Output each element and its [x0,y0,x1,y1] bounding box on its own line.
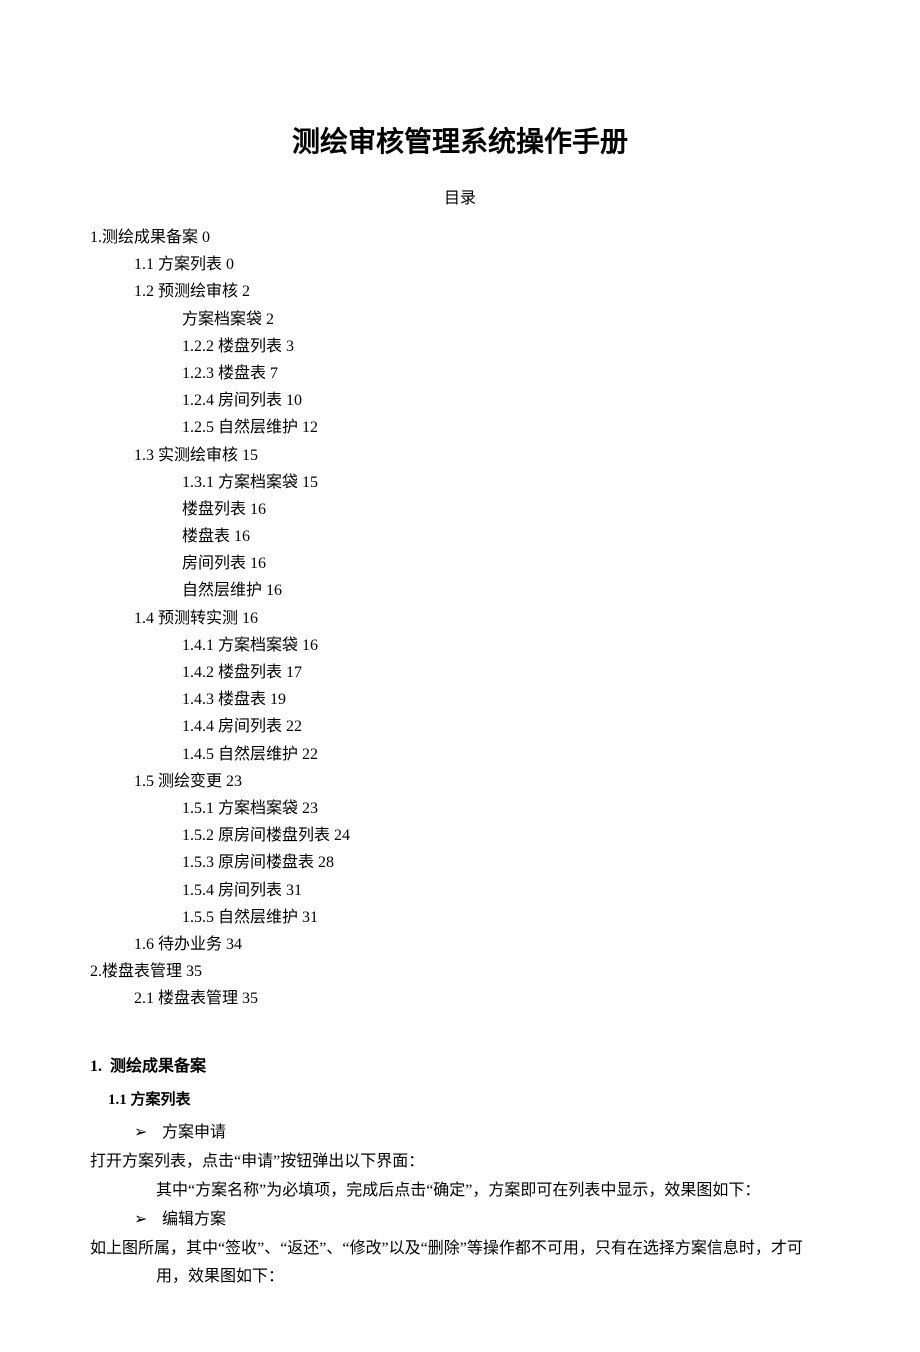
arrow-icon: ➢ [134,1206,162,1235]
toc-entry: 1.4.5 自然层维护 22 [182,746,318,763]
toc-entry: 1.5.4 房间列表 31 [182,882,302,899]
toc-entry: 楼盘列表 16 [182,501,266,518]
toc-entry: 2.楼盘表管理 35 [90,963,202,980]
toc-entry: 1.5.2 原房间楼盘列表 24 [182,827,350,844]
toc-entry: 方案档案袋 2 [182,311,274,328]
toc-entry: 1.4.4 房间列表 22 [182,718,302,735]
body-paragraph: 如上图所属，其中“签收”、“返还”、“修改”以及“删除”等操作都不可用，只有在选… [90,1235,830,1293]
section-1-1-heading: 1.1 方案列表 [108,1088,830,1109]
body-paragraph: 其中“方案名称”为必填项，完成后点击“确定”，方案即可在列表中显示，效果图如下： [156,1177,830,1206]
toc-entry: 2.1 楼盘表管理 35 [134,990,258,1007]
toc-entry: 1.测绘成果备案 0 [90,229,210,246]
toc-entry: 1.4 预测转实测 16 [134,610,258,627]
toc-entry: 1.3 实测绘审核 15 [134,447,258,464]
toc-entry: 1.2.5 自然层维护 12 [182,419,318,436]
toc-entry: 1.3.1 方案档案袋 15 [182,474,318,491]
toc-entry: 1.1 方案列表 0 [134,256,234,273]
toc-entry: 房间列表 16 [182,555,266,572]
toc-entry: 1.4.2 楼盘列表 17 [182,664,302,681]
toc-entry: 1.2.3 楼盘表 7 [182,365,278,382]
toc-entry: 1.2.2 楼盘列表 3 [182,338,294,355]
toc-entry: 1.5.1 方案档案袋 23 [182,800,318,817]
toc-entry: 1.4.1 方案档案袋 16 [182,637,318,654]
toc-entry: 1.2 预测绘审核 2 [134,283,250,300]
toc-entry: 1.5.5 自然层维护 31 [182,909,318,926]
bullet-item: ➢方案申请 [134,1119,830,1148]
toc-entry: 楼盘表 16 [182,528,250,545]
table-of-contents: 1.测绘成果备案 0 1.1 方案列表 0 1.2 预测绘审核 2 方案档案袋 … [90,224,830,1012]
toc-entry: 1.4.3 楼盘表 19 [182,691,286,708]
section-1-heading: 1. 测绘成果备案 [90,1052,830,1076]
toc-header: 目录 [90,184,830,208]
toc-entry: 1.2.4 房间列表 10 [182,392,302,409]
toc-entry: 1.5 测绘变更 23 [134,773,242,790]
bullet-item: ➢编辑方案 [134,1206,830,1235]
arrow-icon: ➢ [134,1119,162,1148]
body-paragraph: 打开方案列表，点击“申请”按钮弹出以下界面： [90,1148,830,1177]
toc-entry: 自然层维护 16 [182,582,282,599]
toc-entry: 1.5.3 原房间楼盘表 28 [182,854,334,871]
document-title: 测绘审核管理系统操作手册 [90,120,830,160]
toc-entry: 1.6 待办业务 34 [134,936,242,953]
